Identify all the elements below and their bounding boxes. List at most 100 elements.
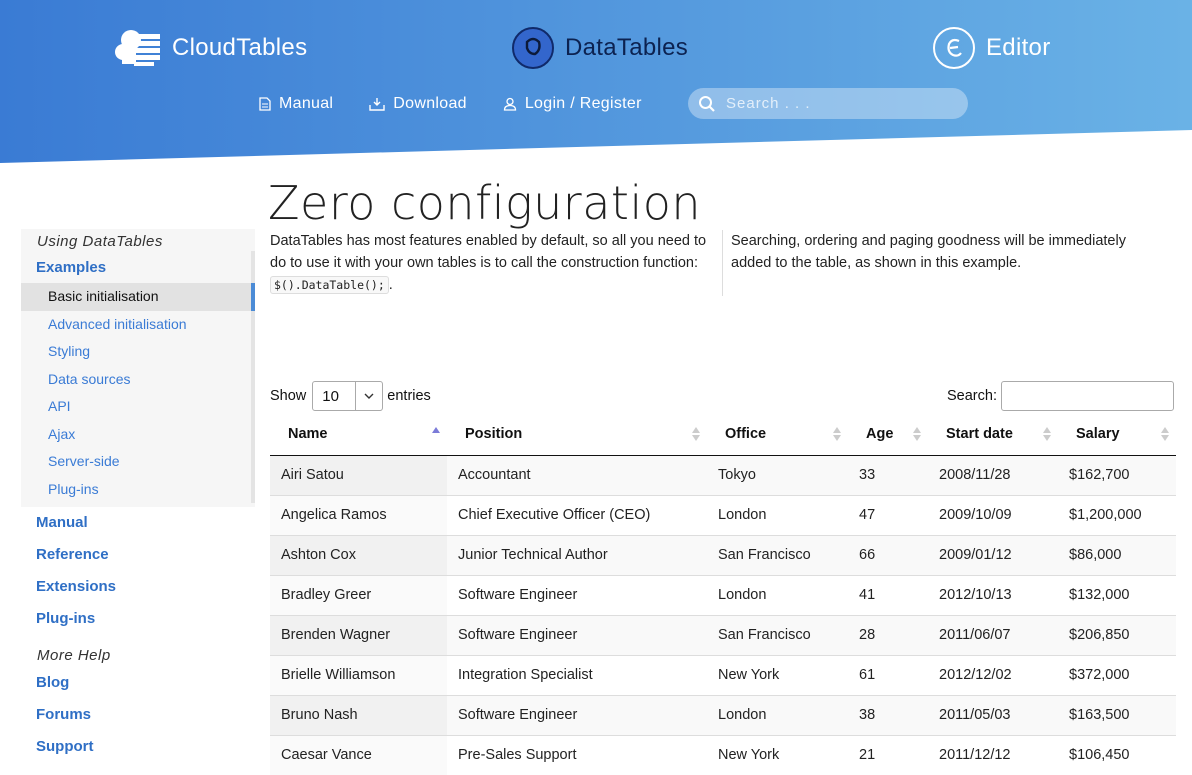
cell-position: Software Engineer [447,614,707,655]
document-icon [259,97,271,111]
table-row[interactable]: Bradley Greer Software Engineer London 4… [270,574,1176,615]
sidebar-scrollbar-thumb[interactable] [251,283,255,311]
cloudtables-brand[interactable]: CloudTables [114,24,307,72]
sort-both-icon [1043,427,1051,441]
table-row[interactable]: Brenden Wagner Software Engineer San Fra… [270,614,1176,655]
cell-start-date: 2009/10/09 [928,494,1058,535]
cell-position: Software Engineer [447,694,707,735]
sidebar-help-heading: More Help [37,647,111,664]
sidebar-link-blog[interactable]: Blog [21,667,255,699]
table-row[interactable]: Airi Satou Accountant Tokyo 33 2008/11/2… [270,455,1176,495]
cell-position: Accountant [447,455,707,495]
cell-position: Software Engineer [447,574,707,615]
sidebar-item-advanced-initialisation[interactable]: Advanced initialisation [21,311,255,339]
sidebar-link-forums[interactable]: Forums [21,699,255,731]
search-icon [699,95,715,112]
sort-ascending-icon [432,427,440,433]
cell-salary: $132,000 [1058,574,1176,615]
table-row[interactable]: Bruno Nash Software Engineer London 38 2… [270,694,1176,735]
cell-age: 41 [848,574,928,615]
cell-start-date: 2008/11/28 [928,455,1058,495]
cell-start-date: 2011/12/12 [928,734,1058,775]
sidebar-category-examples[interactable]: Examples [21,253,255,283]
cell-start-date: 2012/12/02 [928,654,1058,695]
editor-logo-icon [933,27,975,69]
cell-start-date: 2011/05/03 [928,694,1058,735]
sidebar-link-manual[interactable]: Manual [21,507,255,539]
site-search[interactable] [688,88,968,119]
table-search-label: Search: [947,388,997,404]
cloudtables-name: CloudTables [172,34,308,61]
top-nav: Manual Download Login / Register [259,88,678,120]
intro-code: $().DataTable(); [270,276,389,294]
cell-office: New York [707,654,848,695]
column-header-office[interactable]: Office [707,413,848,456]
cell-start-date: 2009/01/12 [928,534,1058,575]
table-search-input[interactable] [1000,381,1174,411]
sidebar-section-using: Using DataTables Examples Basic initiali… [21,229,255,507]
data-table: Name Position Office Age Start date Sala… [270,413,1176,775]
column-header-label: Office [725,425,767,442]
page-title: Zero configuration [268,176,702,230]
sidebar-link-plug-ins[interactable]: Plug-ins [21,603,255,635]
column-header-position[interactable]: Position [447,413,707,456]
datatables-brand[interactable]: DataTables [511,24,688,72]
column-header-age[interactable]: Age [848,413,928,456]
cell-age: 61 [848,654,928,695]
cell-salary: $1,200,000 [1058,494,1176,535]
column-header-name[interactable]: Name [270,413,447,456]
nav-login-label: Login / Register [524,95,642,112]
cell-office: London [707,494,848,535]
cell-name: Angelica Ramos [270,494,447,535]
nav-download-label: Download [393,95,467,112]
show-label: Show [270,388,307,404]
table-row[interactable]: Brielle Williamson Integration Specialis… [270,654,1176,695]
column-header-label: Age [866,425,894,442]
sidebar-link-extensions[interactable]: Extensions [21,571,255,603]
intro-left: DataTables has most features enabled by … [270,230,715,296]
nav-login[interactable]: Login / Register [503,95,642,113]
cell-age: 47 [848,494,928,535]
cell-age: 66 [848,534,928,575]
table-search: Search: [947,381,1174,411]
table-row[interactable]: Angelica Ramos Chief Executive Officer (… [270,494,1176,535]
intro-right: Searching, ordering and paging goodness … [722,230,1162,296]
column-header-start-date[interactable]: Start date [928,413,1058,456]
site-search-input[interactable] [726,95,956,112]
sort-both-icon [833,427,841,441]
cloudtables-logo-icon [115,30,160,66]
sidebar-item-api[interactable]: API [21,393,255,421]
download-icon [369,98,385,111]
editor-brand[interactable]: Editor [932,24,1051,72]
nav-manual-label: Manual [279,95,334,112]
sidebar-item-ajax[interactable]: Ajax [21,421,255,449]
cell-name: Brenden Wagner [270,614,447,655]
sidebar-link-reference[interactable]: Reference [21,539,255,571]
cell-salary: $206,850 [1058,614,1176,655]
table-row[interactable]: Caesar Vance Pre-Sales Support New York … [270,734,1176,775]
cell-office: Tokyo [707,455,848,495]
cell-name: Airi Satou [270,455,447,495]
page-length-control: Show 10 entries [270,381,431,411]
entries-label: entries [387,388,431,404]
cell-position: Chief Executive Officer (CEO) [447,494,707,535]
sidebar-item-basic-initialisation[interactable]: Basic initialisation [21,283,255,311]
column-header-label: Start date [946,425,1013,442]
column-header-salary[interactable]: Salary [1058,413,1176,456]
nav-download[interactable]: Download [369,95,467,113]
table-row[interactable]: Ashton Cox Junior Technical Author San F… [270,534,1176,575]
page-length-select[interactable]: 10 [312,381,384,411]
sidebar-link-support[interactable]: Support [21,731,255,763]
cell-salary: $162,700 [1058,455,1176,495]
cell-office: London [707,574,848,615]
nav-manual[interactable]: Manual [259,95,333,113]
cell-age: 33 [848,455,928,495]
cell-name: Caesar Vance [270,734,447,775]
table-header-row: Name Position Office Age Start date Sala… [270,413,1176,456]
sidebar-item-styling[interactable]: Styling [21,338,255,366]
sidebar-item-server-side[interactable]: Server-side [21,448,255,476]
sidebar-item-data-sources[interactable]: Data sources [21,366,255,394]
sidebar-item-plug-ins[interactable]: Plug-ins [21,476,255,504]
cell-position: Pre-Sales Support [447,734,707,775]
sidebar-heading: Using DataTables [37,233,163,250]
